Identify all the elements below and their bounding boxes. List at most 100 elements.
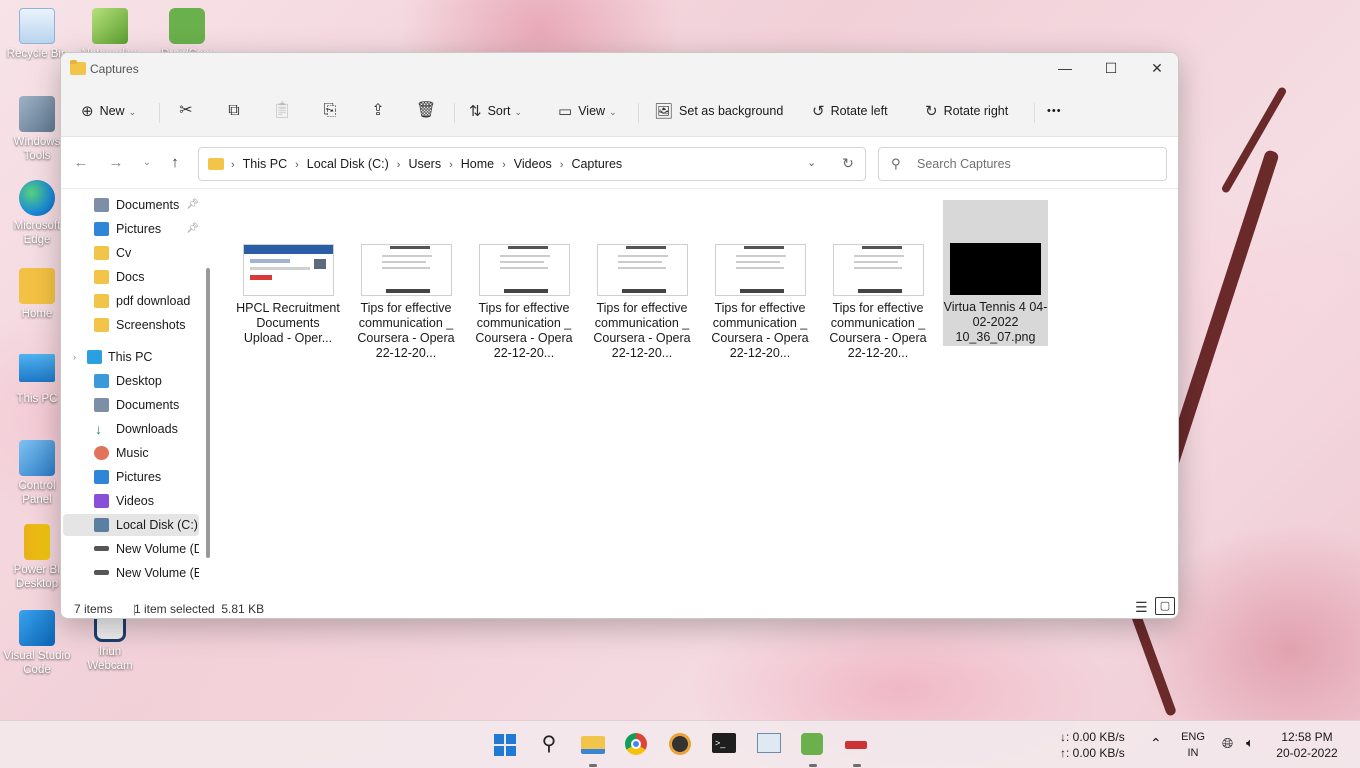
game-taskbar-button[interactable] [845, 733, 869, 757]
sort-label: Sort [487, 104, 511, 118]
minimize-button[interactable]: — [1042, 53, 1088, 85]
sidebar-item-music[interactable]: Music [63, 442, 199, 464]
breadcrumb-videos[interactable]: Videos [514, 157, 552, 171]
sort-icon: ⇅ [469, 102, 482, 120]
clock-time: 12:58 PM [1281, 730, 1333, 744]
desktop-icon-droidcam[interactable]: DroidCam [150, 8, 224, 57]
volume-icon[interactable]: 🔈︎ [1246, 735, 1254, 751]
rename-button[interactable]: ⎘ [316, 97, 344, 125]
drive-icon [94, 518, 109, 532]
sidebar-item-pictures[interactable]: Pictures [63, 466, 199, 488]
monitor-icon [19, 354, 55, 382]
file-name: Tips for effective communication _ Cours… [357, 301, 455, 360]
sidebar-item-pdf-download[interactable]: pdf download [63, 290, 199, 312]
file-item[interactable]: Tips for effective communication _ Cours… [826, 244, 930, 361]
share-button[interactable]: ⇪ [364, 97, 392, 125]
start-button[interactable] [493, 733, 517, 757]
file-item[interactable]: Tips for effective communication _ Cours… [354, 244, 458, 361]
recent-locations-button[interactable]: ⌄ [137, 153, 157, 173]
sidebar-item-label: Desktop [116, 374, 162, 388]
desktop-icon-label: Control Panel [18, 480, 56, 506]
refresh-button[interactable]: ↻ [838, 153, 858, 173]
title-bar[interactable]: Captures — ☐ ✕ [61, 53, 1178, 85]
chrome-taskbar-button[interactable] [625, 733, 649, 757]
breadcrumb-this-pc[interactable]: This PC [243, 157, 287, 171]
sidebar-item-this-pc[interactable]: › This PC [63, 346, 199, 368]
sidebar-item-documents[interactable]: Documents [63, 394, 199, 416]
desktop-icon-notepad-plus-plus[interactable]: Notepad++ [73, 8, 147, 57]
file-view: HPCL Recruitment Documents Upload - Oper… [216, 190, 1178, 595]
paste-button[interactable]: 📋︎ [268, 97, 296, 125]
show-hidden-icons-button[interactable]: ⌃ [1150, 735, 1162, 751]
view-button[interactable]: ▭ View ⌄ [558, 97, 617, 125]
back-button[interactable]: ← [71, 153, 91, 173]
desktop-icon-label: Power BI Desktop [13, 564, 61, 590]
vscode-icon [19, 610, 55, 646]
sidebar-item-downloads[interactable]: ↓ Downloads [63, 418, 199, 440]
maximize-button[interactable]: ☐ [1088, 53, 1134, 85]
sidebar-item-cv[interactable]: Cv [63, 242, 199, 264]
file-name: Tips for effective communication _ Cours… [829, 301, 927, 360]
sidebar-item-new-volume-e[interactable]: New Volume (E: [63, 562, 199, 584]
network-icon[interactable]: 🌐︎ [1222, 735, 1233, 751]
sidebar-item-new-volume-d[interactable]: New Volume (D: [63, 538, 199, 560]
sidebar-item-screenshots[interactable]: Screenshots [63, 314, 199, 336]
breadcrumb-users[interactable]: Users [408, 157, 441, 171]
file-item[interactable]: Tips for effective communication _ Cours… [708, 244, 812, 361]
sidebar-item-label: Documents [116, 198, 180, 212]
file-item-selected[interactable]: Virtua Tennis 4 04-02-2022 10_36_07.png [943, 200, 1048, 346]
sort-button[interactable]: ⇅ Sort ⌄ [469, 97, 522, 125]
more-options-button[interactable]: ••• [1047, 97, 1062, 125]
rotate-left-button[interactable]: ↺ Rotate left [812, 97, 888, 125]
file-explorer-taskbar-button[interactable] [581, 733, 605, 757]
trash-icon: 🗑︎ [415, 102, 437, 119]
sidebar-item-docs[interactable]: Docs [63, 266, 199, 288]
rotate-right-icon: ↻ [925, 102, 938, 120]
sidebar-item-documents-quick[interactable]: Documents 📌︎ [63, 194, 199, 216]
up-button[interactable]: ↑ [165, 153, 185, 173]
copy-button[interactable]: ⧉ [220, 97, 248, 125]
clock[interactable]: 12:58 PM 20-02-2022 [1272, 729, 1342, 761]
rotate-right-button[interactable]: ↻ Rotate right [925, 97, 1008, 125]
breadcrumb-captures[interactable]: Captures [571, 157, 622, 171]
file-item[interactable]: Tips for effective communication _ Cours… [590, 244, 694, 361]
breadcrumb-local-disk[interactable]: Local Disk (C:) [307, 157, 389, 171]
address-bar[interactable]: › This PC › Local Disk (C:) › Users › Home › Vide… [198, 147, 866, 181]
file-item[interactable]: Tips for effective communication _ Cours… [472, 244, 576, 361]
set-as-background-button[interactable]: 🖼︎ Set as background [654, 97, 783, 125]
forward-button[interactable]: → [106, 153, 126, 173]
large-icons-view-button[interactable]: ▢ [1155, 597, 1175, 615]
region-code: IN [1187, 747, 1199, 759]
search-icon: ⚲ [541, 733, 557, 755]
refresh-icon: ↻ [842, 155, 854, 171]
delete-button[interactable]: 🗑︎ [412, 97, 440, 125]
droidcam-taskbar-button[interactable] [801, 733, 825, 757]
new-button[interactable]: ⊕ New ⌄ [81, 97, 136, 125]
performance-monitor-taskbar-button[interactable] [757, 733, 781, 757]
details-view-button[interactable]: ☰ [1135, 599, 1148, 616]
search-box[interactable]: ⚲ [878, 147, 1167, 181]
search-input[interactable] [917, 154, 1157, 174]
desktop-icon-iriun-webcam[interactable]: Iriun Webcam [73, 612, 147, 673]
pictures-icon [94, 222, 109, 236]
network-speed-widget[interactable]: ↓: 0.00 KB/s ↑: 0.00 KB/s [1060, 729, 1125, 761]
media-player-taskbar-button[interactable] [669, 733, 693, 757]
close-button[interactable]: ✕ [1134, 53, 1178, 85]
language-code: ENG [1181, 731, 1205, 743]
address-dropdown-icon[interactable]: ⌄ [807, 156, 816, 169]
terminal-taskbar-button[interactable]: >_ [712, 733, 736, 757]
clipboard-icon: 📋︎ [271, 102, 293, 119]
sidebar-item-local-disk[interactable]: Local Disk (C:) [63, 514, 199, 536]
cut-button[interactable]: ✂ [172, 97, 200, 125]
file-item[interactable]: HPCL Recruitment Documents Upload - Oper… [236, 244, 340, 346]
sidebar-item-pictures-quick[interactable]: Pictures 📌︎ [63, 218, 199, 240]
address-row: ← → ⌄ ↑ › This PC › Local Disk (C:) › Users › H… [61, 137, 1178, 189]
language-indicator[interactable]: ENG IN [1178, 729, 1208, 761]
search-taskbar-button[interactable]: ⚲ [537, 733, 561, 757]
desktop-icon-vscode[interactable]: Visual Studio Code [0, 610, 74, 677]
sidebar-scrollbar[interactable] [206, 268, 210, 558]
recycle-bin-icon [19, 8, 55, 44]
breadcrumb-home[interactable]: Home [461, 157, 494, 171]
sidebar-item-desktop[interactable]: Desktop [63, 370, 199, 392]
sidebar-item-videos[interactable]: Videos [63, 490, 199, 512]
